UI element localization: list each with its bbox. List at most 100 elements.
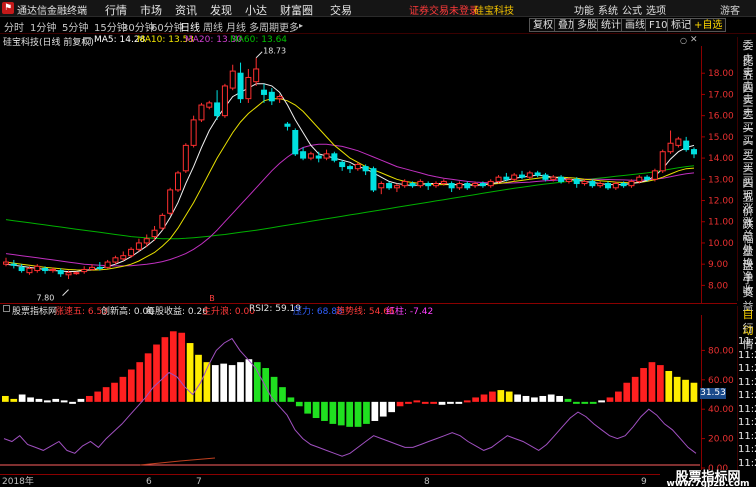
indicator-bar [573, 401, 580, 404]
period-60min[interactable]: 60分钟 [151, 19, 184, 34]
indicator-bar [35, 398, 43, 402]
period-weekly[interactable]: 周线 [203, 19, 223, 34]
close-x-icon[interactable]: ✕ [690, 35, 698, 45]
candle-down [268, 91, 275, 102]
indicator-bar [27, 397, 34, 402]
period-more[interactable]: 更多 [279, 19, 299, 34]
price-label: 9.00 [708, 260, 728, 270]
menu-quotes[interactable]: 行情 [105, 2, 127, 18]
indicator-bar [665, 370, 673, 402]
ma60-value: MA60: 13.64 [230, 35, 288, 45]
candle-up [26, 267, 33, 274]
menu-wealth[interactable]: 财富圈 [280, 2, 313, 18]
indicator-bar [43, 400, 51, 403]
menu-options[interactable]: 选项 [646, 2, 666, 17]
indicator-label: 60.00 [708, 376, 734, 386]
indicator-bar [312, 401, 320, 419]
indicator-bar [52, 398, 60, 402]
candles [3, 57, 697, 280]
indicator-bar [136, 362, 144, 402]
indicator-bar [379, 401, 387, 417]
menu-function[interactable]: 功能 [574, 2, 594, 17]
indicator-bar [295, 401, 303, 407]
candle-up [182, 144, 189, 172]
indicator-square-icon[interactable] [3, 305, 10, 312]
high-marker-label: 18.73 [263, 47, 286, 56]
moving-average-lines [5, 83, 695, 273]
period-5min[interactable]: 5分钟 [62, 19, 88, 34]
indicator-bar [262, 368, 270, 402]
indicator-bar [186, 343, 194, 402]
indicator-bar [2, 395, 9, 402]
indicator-chart[interactable]: 80.0060.0040.0020.000.00 [0, 315, 737, 475]
settings-circle-icon[interactable]: ○ [680, 36, 687, 45]
candle-up [675, 138, 682, 146]
candle-down [573, 178, 580, 185]
trend-segment [139, 457, 216, 466]
indicator-bar [304, 401, 312, 414]
indicator-bar [60, 400, 68, 403]
indicator-label: 40.00 [708, 405, 734, 415]
indicator-bar [346, 401, 354, 427]
indicator-bar [480, 394, 488, 402]
menu-xiaoda[interactable]: 小达 [245, 2, 267, 18]
indicator-bar [161, 337, 169, 402]
menu-system[interactable]: 系统 [598, 2, 618, 17]
current-stock-name: 硅宝科技 [474, 6, 514, 17]
candle-up [401, 180, 408, 187]
period-multi[interactable]: 多周期 [249, 19, 279, 34]
indicator-bar [438, 401, 446, 405]
indicator-bar [514, 394, 521, 402]
indicator-bar [211, 365, 219, 402]
high-marker-line [255, 51, 263, 59]
candle-up [659, 151, 666, 172]
price-label: 11.00 [708, 218, 734, 228]
candle-up [276, 96, 283, 100]
date-label: 2018年 [2, 475, 34, 487]
candle-down [347, 166, 353, 170]
adjust-button[interactable]: 复权 [529, 18, 557, 32]
indicator-bar [463, 400, 471, 403]
period-timeshare[interactable]: 分时 [4, 19, 24, 34]
quote-side-panel: 委比 卖五 卖四 卖三 卖二 卖一 买一 买二 买三 买四 买五 现价 涨跌 涨幅 总量 外盘 换手 净资 收益 [737, 37, 756, 313]
guest-user[interactable]: 游客 [720, 2, 740, 17]
indicator-bar [430, 401, 437, 404]
menu-discover[interactable]: 发现 [210, 2, 232, 18]
indicator-bar [455, 401, 463, 404]
indicator-bar [153, 344, 160, 402]
period-30min[interactable]: 30分钟 [122, 19, 155, 34]
watermark-url: www.7gpzb.com [666, 479, 750, 487]
menu-trade[interactable]: 交易 [330, 2, 352, 18]
menu-news[interactable]: 资讯 [175, 2, 197, 18]
collapse-square-icon[interactable] [84, 37, 91, 44]
indicator-bar [10, 398, 18, 402]
more-arrow-icon[interactable]: ▸ [299, 21, 303, 30]
indicator-bar [522, 395, 530, 402]
candle-down [300, 151, 307, 159]
price-label: 16.00 [708, 112, 734, 122]
menu-market[interactable]: 市场 [140, 2, 162, 18]
add-watchlist-button[interactable]: +自选 [690, 18, 727, 32]
candle-up [440, 180, 447, 185]
menu-formula[interactable]: 公式 [622, 2, 642, 17]
indicator-bar [354, 401, 362, 427]
indicator-bar [631, 376, 639, 402]
candle-down [589, 180, 596, 187]
indicator-bar [673, 376, 681, 402]
candle-up [667, 142, 674, 153]
candle-down [683, 140, 690, 151]
candle-up [175, 172, 181, 191]
candlestick-chart[interactable]: 18.73 7.80 B 18.00 17.00 16.00 15.00 14.00 13.0… [0, 46, 737, 304]
indicator-bar [581, 401, 589, 404]
candle-up [73, 272, 80, 275]
candle-down [284, 123, 291, 127]
indicator-bar [388, 401, 396, 413]
indicator-bar [396, 401, 404, 407]
login-warning[interactable]: 证券交易未登录 [409, 2, 479, 17]
indicator-bar [405, 401, 412, 404]
price-label: 14.00 [708, 154, 734, 164]
period-daily[interactable]: 日线 [180, 19, 200, 34]
period-monthly[interactable]: 月线 [226, 19, 246, 34]
indicator-bar [287, 397, 295, 402]
period-1min[interactable]: 1分钟 [30, 19, 56, 34]
